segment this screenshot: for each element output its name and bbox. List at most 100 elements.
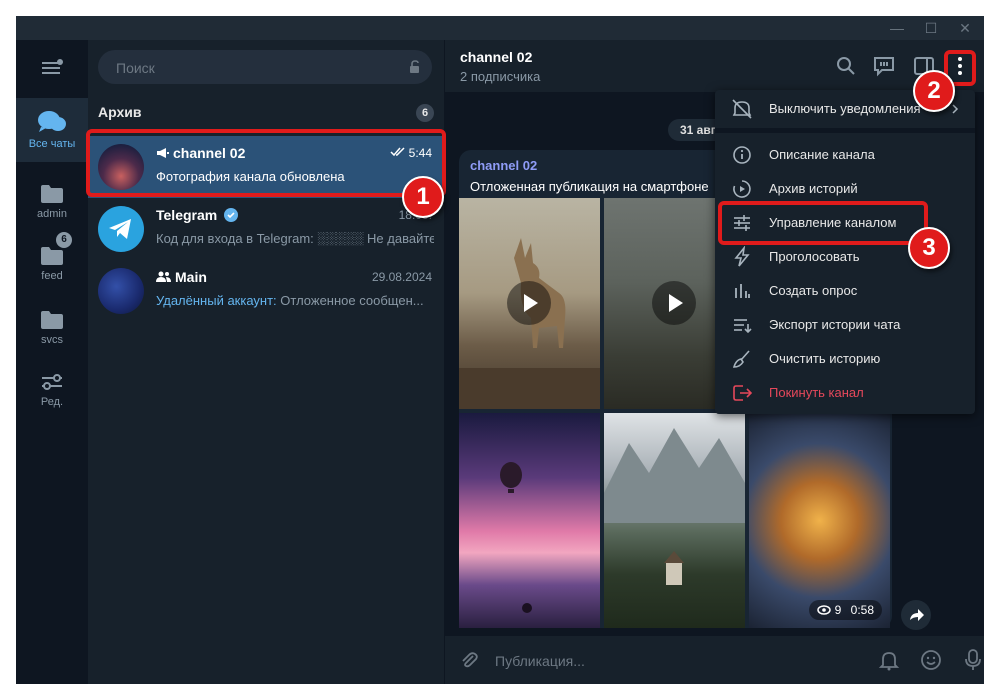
chat-header-title: channel 02	[460, 49, 533, 65]
chat-title-row: Telegram	[156, 207, 239, 223]
folder-admin[interactable]: admin	[16, 184, 88, 234]
video-deer[interactable]	[459, 198, 600, 409]
views-count: 9	[834, 603, 842, 617]
menu-item-leave-channel[interactable]: Покинуть канал	[715, 376, 975, 410]
verified-icon	[224, 208, 239, 222]
folder-icon	[41, 247, 63, 265]
menu-item-label: Проголосовать	[769, 249, 860, 264]
folder-label: feed	[41, 270, 63, 282]
play-button[interactable]	[652, 281, 696, 325]
attach-icon[interactable]	[459, 650, 479, 670]
edit-folders-icon	[42, 374, 62, 390]
folder-label: Все чаты	[28, 138, 76, 150]
chats-icon	[38, 111, 66, 132]
mute-icon	[732, 99, 752, 119]
menu-item-label: Покинуть канал	[769, 385, 864, 400]
microphone-icon[interactable]	[964, 648, 982, 672]
clear-history-icon	[732, 350, 750, 368]
video-stats: 9 0:58	[809, 600, 882, 620]
share-button[interactable]	[901, 600, 931, 630]
minimize-button[interactable]: —	[880, 16, 914, 40]
folder-label: admin	[37, 208, 67, 220]
chat-preview: Код для входа в Telegram: ░░░░░ Не давай…	[156, 231, 434, 246]
chat-time: 29.08.2024	[371, 270, 432, 284]
menu-item-export-history[interactable]: Экспорт истории чата	[715, 308, 975, 342]
folders-sidebar: Все чаты admin feed 6 svcs Ред.	[16, 40, 88, 684]
chat-title-row: Main	[156, 269, 207, 285]
eye-icon	[817, 605, 832, 615]
highlight-box-3	[718, 201, 928, 245]
poll-icon	[735, 284, 750, 298]
menu-item-clear-history[interactable]: Очистить историю	[715, 342, 975, 376]
chevron-right-icon	[952, 104, 959, 114]
mountain-shape	[604, 428, 745, 585]
avatar	[98, 206, 144, 252]
folder-icon	[41, 185, 63, 203]
menu-item-label: Экспорт истории чата	[769, 317, 901, 332]
chat-title: Main	[175, 269, 207, 285]
menu-item-label: Выключить уведомления	[769, 101, 921, 116]
step-marker-1: 1	[402, 176, 444, 218]
folder-all-chats[interactable]: Все чаты	[16, 98, 88, 162]
menu-item-label: Архив историй	[769, 181, 858, 196]
menu-icon[interactable]	[40, 58, 64, 78]
step-marker-2: 2	[913, 70, 955, 112]
search-icon[interactable]	[834, 54, 858, 78]
chat-header[interactable]: channel 02 2 подписчика	[445, 40, 984, 92]
group-icon	[156, 271, 171, 282]
folder-label: Ред.	[40, 396, 64, 408]
avatar	[98, 268, 144, 314]
chat-title: Telegram	[156, 207, 218, 223]
bell-icon[interactable]	[878, 649, 900, 671]
archive-title: Архив	[98, 104, 142, 120]
photo-balloon-sunset[interactable]	[459, 413, 600, 628]
folder-label: svcs	[41, 334, 63, 346]
preview-author: Удалённый аккаунт:	[156, 293, 277, 308]
menu-item-label: Очистить историю	[769, 351, 881, 366]
menu-item-description[interactable]: Описание канала	[715, 138, 975, 172]
folder-icon	[41, 311, 63, 329]
menu-item-label: Описание канала	[769, 147, 875, 162]
play-icon	[524, 294, 538, 312]
photo-mountain-church[interactable]	[604, 413, 745, 628]
chat-item-main[interactable]: Main 29.08.2024 Удалённый аккаунт: Отлож…	[88, 260, 444, 322]
export-icon	[734, 319, 752, 334]
post-text: Отложенная публикация на смартфоне	[470, 179, 709, 194]
search-box	[98, 50, 432, 86]
folder-feed[interactable]: feed 6	[16, 232, 88, 296]
chat-preview: Отложенное сообщен...	[276, 293, 424, 308]
chat-preview-row: Удалённый аккаунт: Отложенное сообщен...	[156, 293, 434, 308]
archive-header[interactable]: Архив 6	[98, 104, 434, 124]
share-icon	[910, 609, 924, 621]
post-author[interactable]: channel 02	[470, 158, 537, 173]
subscriber-count: 2 подписчика	[460, 69, 541, 84]
menu-divider	[715, 128, 975, 133]
balloon-shape	[500, 462, 532, 613]
archive-count-badge: 6	[416, 104, 434, 122]
discussion-icon[interactable]	[872, 54, 896, 78]
chat-item-telegram[interactable]: Telegram 18.09. Код для входа в Telegram…	[88, 198, 444, 260]
step-marker-3: 3	[908, 227, 950, 269]
lock-icon[interactable]	[408, 60, 422, 74]
play-button[interactable]	[507, 281, 551, 325]
stories-archive-icon	[733, 180, 751, 198]
video-duration: 0:58	[850, 603, 874, 617]
emoji-icon[interactable]	[920, 649, 942, 671]
close-button[interactable]: ✕	[948, 16, 982, 40]
folder-svcs[interactable]: svcs	[16, 310, 88, 360]
video-crystal-ball[interactable]: 9 0:58	[749, 413, 890, 628]
title-bar: — ☐ ✕	[16, 16, 984, 40]
edit-folders-button[interactable]: Ред.	[16, 372, 88, 422]
maximize-button[interactable]: ☐	[914, 16, 948, 40]
message-input[interactable]	[493, 646, 857, 676]
boost-icon	[734, 246, 750, 267]
search-input[interactable]	[114, 50, 398, 86]
highlight-box-1	[86, 129, 446, 197]
leave-icon	[733, 385, 753, 401]
unread-badge: 6	[56, 232, 72, 248]
info-icon	[733, 146, 751, 164]
composer	[445, 636, 984, 684]
menu-item-create-poll[interactable]: Создать опрос	[715, 274, 975, 308]
menu-item-label: Создать опрос	[769, 283, 858, 298]
telegram-logo-icon	[109, 219, 131, 239]
